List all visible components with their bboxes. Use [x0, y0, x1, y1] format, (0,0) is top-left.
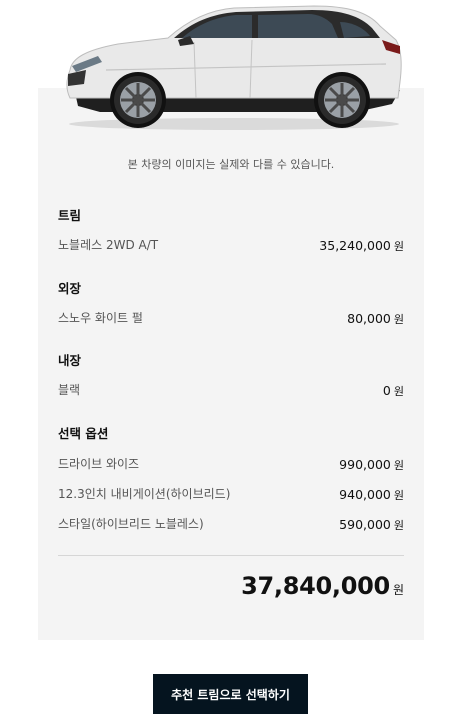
interior-row: 블랙 0원 [58, 380, 404, 398]
interior-price: 0 [382, 382, 391, 398]
exterior-row: 스노우 화이트 펄 80,000 원 [58, 308, 404, 326]
exterior-price: 80,000 [347, 310, 391, 326]
section-title-interior: 내장 [58, 353, 82, 368]
currency-label: 원 [392, 583, 404, 597]
option-row: 스타일(하이브리드 노블레스) 590,000 원 [58, 514, 404, 532]
currency-label: 원 [393, 518, 404, 532]
total-price: 37,840,000 원 [241, 572, 404, 600]
trim-label: 노블레스 2WD A/T [58, 237, 159, 252]
interior-label: 블랙 [58, 382, 81, 397]
option-row: 드라이브 와이즈 990,000 원 [58, 454, 404, 472]
trim-price: 35,240,000 [319, 237, 391, 253]
trim-row: 노블레스 2WD A/T 35,240,000 원 [58, 235, 404, 253]
option-label: 스타일(하이브리드 노블레스) [58, 516, 204, 531]
option-row: 12.3인치 내비게이션(하이브리드) 940,000 원 [58, 484, 404, 502]
car-image [56, 0, 406, 132]
option-price: 940,000 [339, 486, 391, 502]
option-label: 12.3인치 내비게이션(하이브리드) [58, 486, 231, 501]
option-label: 드라이브 와이즈 [58, 456, 140, 471]
total-amount: 37,840,000 [241, 572, 390, 600]
select-recommended-trim-button[interactable]: 추천 트림으로 선택하기 [153, 674, 308, 714]
section-title-exterior: 외장 [58, 281, 82, 296]
currency-label: 원 [393, 488, 404, 502]
exterior-label: 스노우 화이트 펄 [58, 310, 143, 325]
currency-label: 원 [393, 239, 404, 253]
currency-label: 원 [393, 312, 404, 326]
divider [58, 555, 404, 556]
option-price: 990,000 [339, 456, 391, 472]
section-title-trim: 트림 [58, 208, 82, 223]
option-price: 590,000 [339, 516, 391, 532]
currency-label: 원 [393, 458, 404, 472]
section-title-options: 선택 옵션 [58, 426, 109, 441]
currency-label: 원 [393, 384, 404, 398]
image-disclaimer: 본 차량의 이미지는 실제와 다를 수 있습니다. [127, 158, 335, 171]
